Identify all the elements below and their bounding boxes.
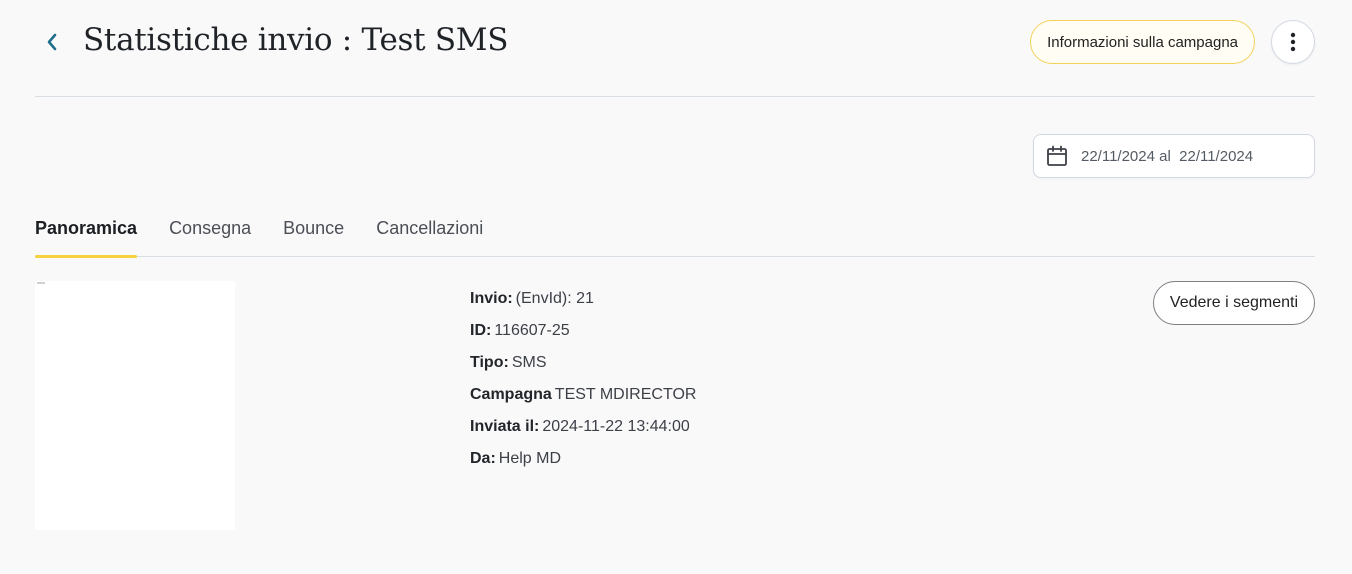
detail-value: 116607-25: [494, 322, 570, 339]
page-header: Statistiche invio : Test SMS Informazion…: [35, 0, 1315, 97]
detail-label: Tipo:: [470, 354, 509, 371]
back-button[interactable]: [39, 28, 65, 56]
preview-placeholder-mark: [37, 282, 45, 284]
detail-value: Help MD: [498, 450, 562, 467]
detail-row-id: ID: 116607-25: [470, 315, 696, 347]
tab-cancellazioni[interactable]: Cancellazioni: [376, 208, 483, 257]
detail-label: Campagna: [470, 386, 552, 403]
detail-row-inviata: Inviata il: 2024-11-22 13:44:00: [470, 411, 696, 443]
tab-consegna[interactable]: Consegna: [169, 208, 251, 257]
calendar-icon: [1047, 145, 1067, 166]
chevron-left-icon: [47, 33, 57, 51]
detail-label: Da:: [470, 450, 496, 467]
campaign-info-button[interactable]: Informazioni sulla campagna: [1030, 20, 1255, 64]
date-range-picker[interactable]: 22/11/2024 al 22/11/2024: [1033, 134, 1315, 178]
detail-value: 2024-11-22 13:44:00: [542, 418, 690, 435]
page-title: Statistiche invio : Test SMS: [83, 22, 509, 58]
detail-row-da: Da: Help MD: [470, 443, 696, 475]
detail-value: TEST MDIRECTOR: [554, 386, 697, 403]
tab-bar: Panoramica Consegna Bounce Cancellazioni: [35, 208, 1315, 258]
more-vertical-icon: [1290, 32, 1296, 52]
date-range-text: 22/11/2024 al 22/11/2024: [1081, 147, 1254, 165]
detail-label: Invio:: [470, 290, 513, 307]
detail-label: ID:: [470, 322, 492, 339]
more-options-button[interactable]: [1271, 20, 1315, 64]
send-details: Invio: (EnvId): 21 ID: 116607-25 Tipo: S…: [470, 283, 696, 475]
detail-row-invio: Invio: (EnvId): 21: [470, 283, 696, 315]
tab-bounce[interactable]: Bounce: [283, 208, 344, 257]
detail-value: SMS: [511, 354, 547, 371]
detail-row-tipo: Tipo: SMS: [470, 347, 696, 379]
detail-label: Inviata il:: [470, 418, 540, 435]
tab-panoramica[interactable]: Panoramica: [35, 208, 138, 258]
page: Statistiche invio : Test SMS Informazion…: [0, 0, 1352, 574]
message-preview: [35, 281, 235, 530]
detail-value: (EnvId): 21: [515, 290, 594, 307]
view-segments-button[interactable]: Vedere i segmenti: [1152, 281, 1315, 325]
detail-row-campagna: Campagna TEST MDIRECTOR: [470, 379, 696, 411]
